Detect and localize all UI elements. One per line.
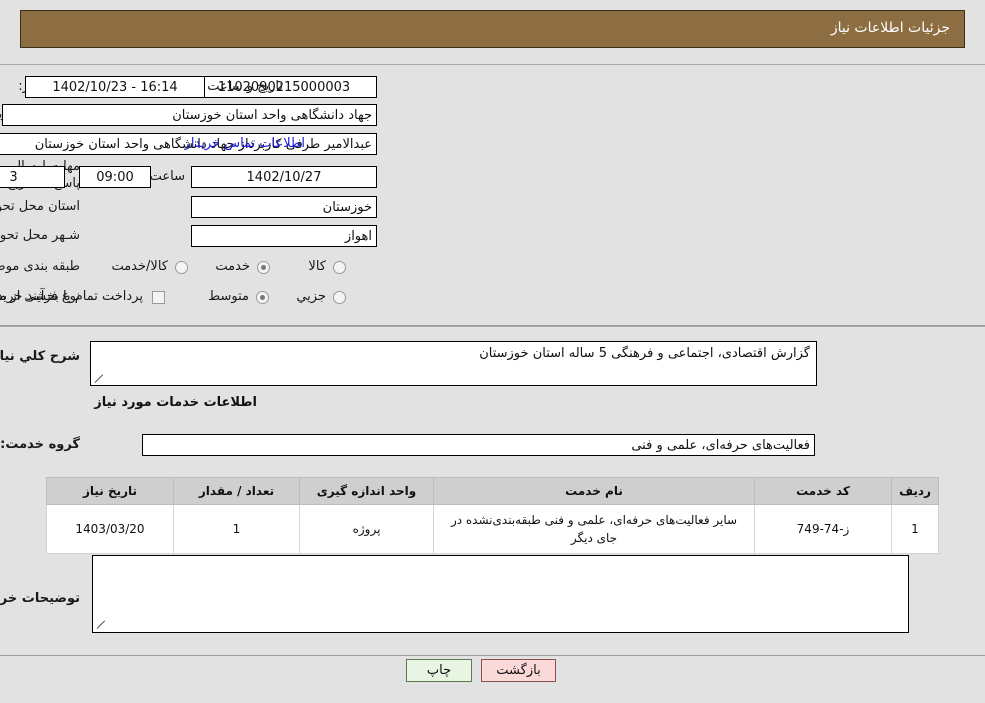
th-need-date: تاریخ نیاز [46, 477, 174, 505]
islamic-treasury-checkbox[interactable] [152, 291, 165, 304]
radio-classification-kala[interactable] [333, 261, 346, 274]
radio-classification-khedmat[interactable] [257, 261, 270, 274]
delivery-city-label: شـهر محل تحویل: [0, 228, 80, 243]
radio-classification-kala-khedmat-label: کالا/خدمت [111, 259, 168, 274]
th-service-code: کد خدمت [754, 477, 892, 505]
radio-purchase-jozi-label: جزیي [296, 289, 326, 304]
cell-quantity: 1 [173, 504, 300, 554]
services-table: ردیف کد خدمت نام خدمت واحد اندازه گیری ت… [46, 477, 939, 554]
th-quantity: تعداد / مقدار [173, 477, 300, 505]
general-description-label: شرح کلي نیاز: [0, 349, 80, 364]
cell-service-code: ز-74-749 [754, 504, 892, 554]
services-section-heading: اطلاعات خدمات مورد نیاز [94, 395, 257, 410]
announce-datetime-field[interactable]: 16:14 - 1402/10/23 [25, 76, 205, 98]
deadline-date-field[interactable]: 1402/10/27 [191, 166, 377, 188]
radio-purchase-motavaset[interactable] [256, 291, 269, 304]
radio-purchase-motavaset-label: متوسط [208, 289, 249, 304]
cell-row-no: 1 [891, 504, 939, 554]
buyer-notes-label: توضیحات خریدار: [0, 591, 80, 606]
radio-classification-kala-label: کالا [308, 259, 326, 274]
radio-purchase-jozi[interactable] [333, 291, 346, 304]
delivery-city-field[interactable]: اهواز [191, 225, 377, 247]
th-unit: واحد اندازه گیری [299, 477, 434, 505]
radio-classification-kala-khedmat[interactable] [175, 261, 188, 274]
cell-unit: پروژه [299, 504, 434, 554]
deadline-time-field[interactable]: 09:00 [79, 166, 151, 188]
general-description-textarea[interactable]: گزارش اقتصادی، اجتماعی و فرهنگی 5 ساله ا… [90, 341, 817, 386]
classification-label: طبقه بندی موضوعی: [0, 259, 80, 274]
table-header-row: ردیف کد خدمت نام خدمت واحد اندازه گیری ت… [46, 477, 939, 505]
service-group-field[interactable]: فعالیت‌های حرفه‌ای، علمی و فنی [142, 434, 815, 456]
delivery-province-field[interactable]: خوزستان [191, 196, 377, 218]
page-header-bar: جزئیات اطلاعات نیاز [20, 10, 965, 48]
need-info-panel: شماره نیاز: 1102090215000003 تاریخ و ساع… [0, 64, 985, 326]
description-services-panel: شرح کلي نیاز: گزارش اقتصادی، اجتماعی و ف… [0, 326, 985, 656]
th-service-name: نام خدمت [433, 477, 755, 505]
print-button[interactable]: چاپ [406, 659, 472, 682]
deadline-days-field[interactable]: 3 [0, 166, 65, 188]
buyer-contact-link[interactable]: اطلاعات تماس خریدار [185, 136, 305, 151]
radio-classification-khedmat-label: خدمت [215, 259, 250, 274]
cell-need-date: 1403/03/20 [46, 504, 174, 554]
page-root: AnaTender.net جزئیات اطلاعات نیاز شماره … [0, 0, 985, 703]
page-title: جزئیات اطلاعات نیاز [830, 20, 950, 36]
buyer-org-field[interactable]: جهاد دانشگاهی واحد استان خوزستان [2, 104, 377, 126]
islamic-treasury-checkbox-label: پرداخت تمام یا بخشی از مبلغ خرید،از محل … [0, 289, 143, 304]
deadline-time-label: ساعت [149, 169, 185, 184]
back-button[interactable]: بازگشت [481, 659, 556, 682]
cell-service-name: سایر فعالیت‌های حرفه‌ای، علمی و فنی طبقه… [433, 504, 755, 554]
delivery-province-label: استان محل تحویل: [0, 199, 80, 214]
th-row-no: ردیف [891, 477, 939, 505]
table-row: 1 ز-74-749 سایر فعالیت‌های حرفه‌ای، علمی… [46, 504, 939, 554]
service-group-label: گروه خدمت: [0, 437, 80, 452]
buyer-notes-textarea[interactable] [92, 555, 909, 633]
